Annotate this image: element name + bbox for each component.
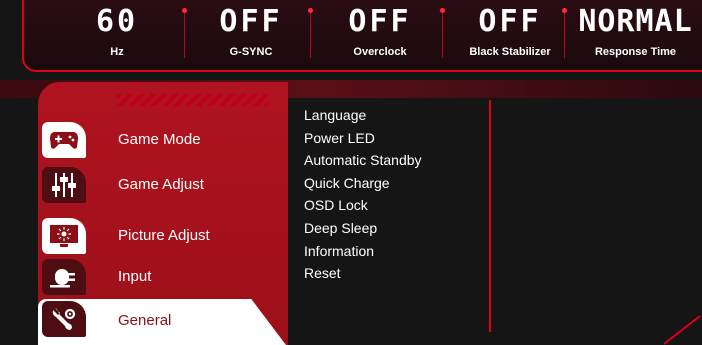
corner-accent [663, 315, 701, 345]
wrench-gear-icon [42, 301, 86, 337]
status-gsync: OFF G-SYNC [196, 4, 306, 66]
submenu-item-reset[interactable]: Reset [304, 262, 422, 285]
status-refresh-rate: 60 Hz [62, 4, 172, 66]
submenu-item-power-led[interactable]: Power LED [304, 127, 422, 150]
menu-label: Input [118, 268, 152, 285]
sliders-icon [42, 167, 86, 203]
menu-item-game-mode[interactable]: Game Mode [38, 120, 286, 160]
status-value: 60 [95, 4, 139, 39]
menu-label: Game Adjust [118, 176, 204, 193]
status-overclock: OFF Overclock [320, 4, 440, 66]
menu-item-general[interactable]: General [38, 299, 286, 345]
submenu-item-osd-lock[interactable]: OSD Lock [304, 194, 422, 217]
status-divider [308, 8, 313, 58]
gamepad-icon [42, 122, 86, 158]
submenu-item-language[interactable]: Language [304, 104, 422, 127]
status-label: Response Time [594, 46, 677, 58]
submenu-item-information[interactable]: Information [304, 240, 422, 263]
status-divider [562, 8, 567, 58]
menu-label: Picture Adjust [118, 227, 210, 244]
status-divider [182, 8, 187, 58]
status-label: Black Stabilizer [469, 46, 551, 58]
status-bar: 60 Hz OFF G-SYNC OFF Overclock OFF Black… [22, 0, 702, 72]
status-value: OFF [478, 4, 542, 39]
status-value: OFF [348, 4, 412, 39]
panel-divider [489, 100, 491, 332]
decorative-hatch [117, 94, 269, 106]
menu-item-game-adjust[interactable]: Game Adjust [38, 165, 286, 205]
menu-label: General [118, 312, 172, 329]
submenu-item-quick-charge[interactable]: Quick Charge [304, 172, 422, 195]
general-submenu: Language Power LED Automatic Standby Qui… [304, 104, 422, 285]
status-response-time: NORMAL Response Time [567, 4, 702, 66]
menu-item-picture-adjust[interactable]: Picture Adjust [38, 216, 286, 256]
status-label: Hz [110, 46, 124, 58]
status-value: NORMAL [578, 4, 693, 39]
status-black-stabilizer: OFF Black Stabilizer [450, 4, 570, 66]
submenu-item-automatic-standby[interactable]: Automatic Standby [304, 149, 422, 172]
submenu-item-deep-sleep[interactable]: Deep Sleep [304, 217, 422, 240]
status-value: OFF [219, 4, 283, 39]
menu-item-input[interactable]: Input [38, 257, 286, 297]
status-label: Overclock [353, 46, 407, 58]
picture-icon [42, 218, 86, 254]
status-divider [440, 8, 445, 58]
status-label: G-SYNC [229, 46, 273, 58]
input-plug-icon [42, 259, 86, 295]
menu-label: Game Mode [118, 131, 201, 148]
